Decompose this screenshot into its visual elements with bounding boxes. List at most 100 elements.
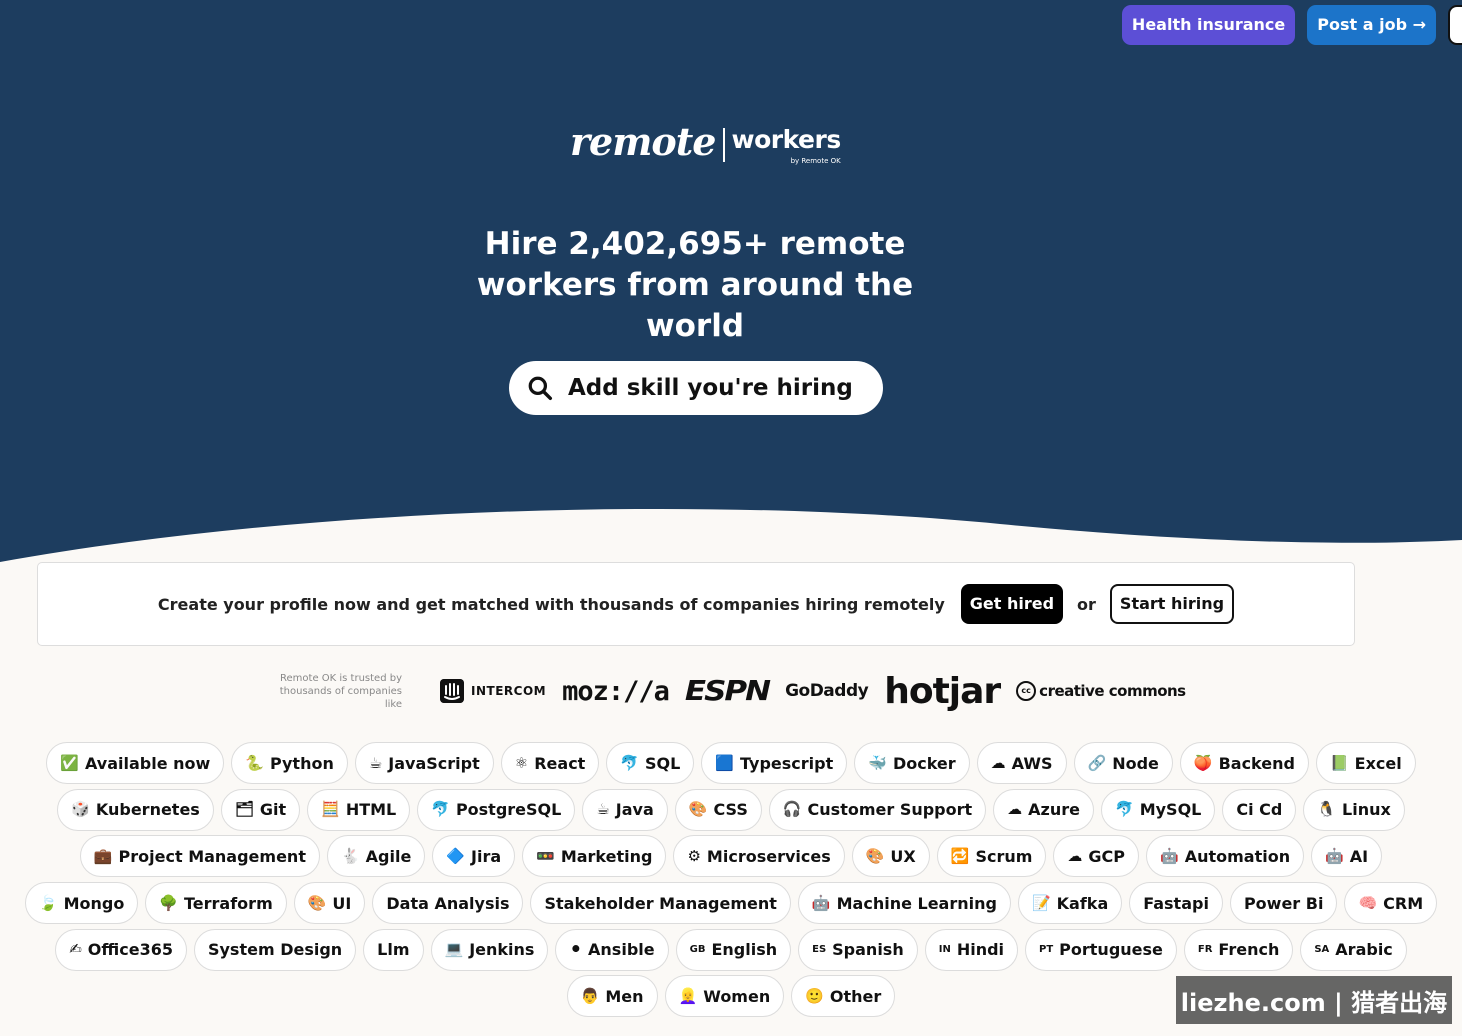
search-icon xyxy=(528,376,553,401)
tag-typescript[interactable]: 🟦 Typescript xyxy=(701,742,848,784)
tag-java[interactable]: ☕ Java xyxy=(582,788,668,831)
get-hired-button[interactable]: Get hired xyxy=(960,584,1064,624)
tag-css[interactable]: 🎨 CSS xyxy=(674,788,762,831)
tag-terraform[interactable]: 🌳 Terraform xyxy=(145,882,287,925)
tag-label: UI xyxy=(332,893,352,913)
logo-remote-text: remote xyxy=(570,119,716,164)
tag-mysql[interactable]: 🐬 MySQL xyxy=(1101,788,1216,831)
tag-postgresql[interactable]: 🐬 PostgreSQL xyxy=(417,788,576,831)
tag-mongo[interactable]: 🍃 Mongo xyxy=(24,882,139,925)
tag-ux[interactable]: 🎨 UX xyxy=(851,835,930,878)
tag-label: Stakeholder Management xyxy=(544,893,777,913)
trusted-text: Remote OK is trusted by thousands of com… xyxy=(279,672,402,710)
tag-spanish[interactable]: ES Spanish xyxy=(798,928,918,971)
tag-label: React xyxy=(534,753,586,773)
tag-customer-support[interactable]: 🎧 Customer Support xyxy=(768,788,987,831)
tag-emoji-icon: ☕ xyxy=(368,753,383,772)
tag-label: Marketing xyxy=(560,846,653,866)
post-job-button[interactable]: Post a job → xyxy=(1307,5,1436,45)
tag-label: Node xyxy=(1112,753,1159,773)
tag-excel[interactable]: 📗 Excel xyxy=(1315,742,1416,784)
tag-emoji-icon: 🔗 xyxy=(1087,753,1107,772)
tag-label: Hindi xyxy=(956,940,1005,960)
tag-system-design[interactable]: System Design xyxy=(193,928,357,971)
tag-label: PostgreSQL xyxy=(455,800,562,820)
tag-crm[interactable]: 🧠 CRM xyxy=(1344,882,1438,925)
tag-emoji-icon: 🤖 xyxy=(811,893,831,912)
tag-hindi[interactable]: IN Hindi xyxy=(924,928,1019,971)
tag-emoji-icon: 🤖 xyxy=(1160,846,1179,865)
tag-jira[interactable]: 🔷 Jira xyxy=(432,835,516,878)
start-hiring-button[interactable]: Start hiring xyxy=(1109,584,1235,624)
tag-stakeholder-management[interactable]: Stakeholder Management xyxy=(530,882,791,925)
tag-docker[interactable]: 🐳 Docker xyxy=(854,742,970,784)
tag-ui[interactable]: 🎨 UI xyxy=(293,882,366,925)
tag-automation[interactable]: 🤖 Automation xyxy=(1146,835,1305,878)
menu-button[interactable] xyxy=(1448,5,1462,45)
tag-node[interactable]: 🔗 Node xyxy=(1073,742,1173,784)
tag-fastapi[interactable]: Fastapi xyxy=(1129,882,1223,925)
tag-emoji-icon: ⚛ xyxy=(514,753,529,772)
tag-label: Java xyxy=(615,800,654,820)
tag-emoji-icon: 🐬 xyxy=(431,800,450,819)
tag-kafka[interactable]: 📝 Kafka xyxy=(1017,882,1123,925)
tag-kubernetes[interactable]: 🎲 Kubernetes xyxy=(57,788,214,831)
tag-data-analysis[interactable]: Data Analysis xyxy=(372,882,524,925)
espn-logo: ESPN xyxy=(684,674,771,708)
skill-search-box[interactable]: Add skill you're hiring xyxy=(509,361,883,415)
tag-label: Arabic xyxy=(1335,940,1393,960)
tag-available-now[interactable]: ✅ Available now xyxy=(46,742,225,784)
cc-icon: cc xyxy=(1016,681,1037,701)
tag-react[interactable]: ⚛ React xyxy=(500,742,600,784)
tag-machine-learning[interactable]: 🤖 Machine Learning xyxy=(797,882,1011,925)
tag-azure[interactable]: ☁ Azure xyxy=(993,788,1094,831)
tag-row: ✍ Office365 System Design Llm 💻 Jenkins ⚫ Ansib… xyxy=(0,928,1462,976)
tag-emoji-icon: ✍ xyxy=(69,940,82,959)
tag-emoji-icon: 🐧 xyxy=(1317,800,1337,819)
tag-aws[interactable]: ☁ AWS xyxy=(976,742,1067,784)
tag-jenkins[interactable]: 💻 Jenkins xyxy=(430,928,549,971)
search-input[interactable]: Add skill you're hiring xyxy=(568,375,853,401)
tag-office365[interactable]: ✍ Office365 xyxy=(55,928,187,971)
health-insurance-button[interactable]: Health insurance xyxy=(1121,5,1296,45)
watermark: liezhe.com | 猎者出海 xyxy=(1176,976,1452,1024)
tag-microservices[interactable]: ⚙ Microservices xyxy=(673,835,845,878)
remote-workers-logo[interactable]: remote workers by Remote OK xyxy=(570,119,841,166)
tag-git[interactable]: 🗂 Git xyxy=(220,788,301,831)
tag-arabic[interactable]: SA Arabic xyxy=(1300,928,1407,971)
top-actions: Health insurance Post a job → xyxy=(1121,5,1462,45)
tag-portuguese[interactable]: PT Portuguese xyxy=(1025,928,1177,971)
tag-label: Available now xyxy=(84,753,211,773)
tag-power-bi[interactable]: Power Bi xyxy=(1229,882,1338,925)
tag-other[interactable]: 🙂 Other xyxy=(791,975,896,1018)
tag-french[interactable]: FR French xyxy=(1183,928,1294,971)
tag-project-management[interactable]: 💼 Project Management xyxy=(79,835,320,878)
tag-label: Backend xyxy=(1218,753,1295,773)
tag-label: Jira xyxy=(471,846,502,866)
tag-men[interactable]: 👨 Men xyxy=(566,975,658,1018)
tag-backend[interactable]: 🍑 Backend xyxy=(1179,742,1309,784)
tag-ci-cd[interactable]: Ci Cd xyxy=(1222,788,1297,831)
tag-scrum[interactable]: 🔁 Scrum xyxy=(936,835,1047,878)
tag-javascript[interactable]: ☕ JavaScript xyxy=(354,742,494,784)
tag-label: Mongo xyxy=(63,893,125,913)
tag-agile[interactable]: 🐇 Agile xyxy=(326,835,426,878)
tag-sql[interactable]: 🐬 SQL xyxy=(606,742,695,784)
tag-html[interactable]: 🧮 HTML xyxy=(307,788,411,831)
tag-llm[interactable]: Llm xyxy=(363,928,424,971)
tag-emoji-icon: GB xyxy=(689,943,706,955)
tag-gcp[interactable]: ☁ GCP xyxy=(1053,835,1140,878)
tag-label: Linux xyxy=(1342,800,1391,820)
tag-emoji-icon: 🐬 xyxy=(620,753,640,772)
tag-ansible[interactable]: ⚫ Ansible xyxy=(555,928,669,971)
tag-label: Ci Cd xyxy=(1236,800,1283,820)
tag-english[interactable]: GB English xyxy=(675,928,792,971)
creative-commons-logo: cc creative commons xyxy=(1016,681,1186,701)
tag-women[interactable]: 👱‍♀ Women xyxy=(664,975,785,1018)
tag-python[interactable]: 🐍 Python xyxy=(231,742,348,784)
tag-marketing[interactable]: 🚥 Marketing xyxy=(522,835,667,878)
tag-ai[interactable]: 🤖 AI xyxy=(1311,835,1383,878)
tag-linux[interactable]: 🐧 Linux xyxy=(1303,788,1405,831)
tag-emoji-icon: 📗 xyxy=(1329,753,1349,772)
tag-label: Ansible xyxy=(588,940,655,960)
